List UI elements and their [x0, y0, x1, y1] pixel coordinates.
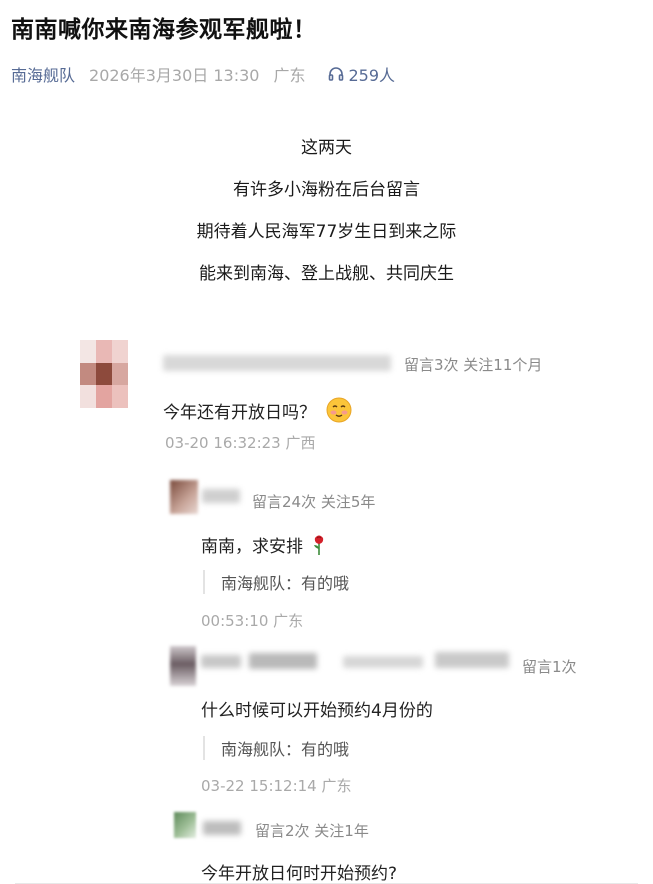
avatar[interactable]: [170, 646, 196, 686]
reply-timestamp: 03-22 15:12:14 广东: [201, 777, 352, 795]
nickname-redacted: [202, 489, 240, 503]
reply-text: 南南，求安排: [201, 532, 327, 561]
article-body: 这两天 有许多小海粉在后台留言 期待着人民海军77岁生日到来之际 能来到南海、登…: [0, 137, 653, 305]
nickname-redacted: [343, 656, 423, 668]
reply-timestamp: 00:53:10 广东: [201, 612, 304, 630]
nickname-redacted: [435, 652, 509, 668]
nickname-redacted: [201, 655, 241, 668]
article-meta: 南海舰队 2026年3月30日 13:30 广东 259人: [11, 62, 395, 86]
body-line: 这两天: [301, 138, 352, 158]
reply-stats: 留言2次 关注1年: [255, 822, 369, 840]
headphones-icon: [328, 67, 343, 81]
nickname-redacted: [249, 653, 317, 669]
publish-date: 2026年3月30日 13:30: [89, 66, 260, 85]
body-line: 有许多小海粉在后台留言: [233, 180, 420, 200]
listen-count: 259人: [348, 66, 396, 85]
avatar[interactable]: [170, 480, 198, 514]
avatar[interactable]: [80, 340, 128, 408]
reply-stats: 留言1次: [522, 658, 577, 676]
blush-face-icon: [325, 396, 353, 429]
account-name-link[interactable]: 南海舰队: [11, 62, 75, 86]
reply-text: 什么时候可以开始预约4月份的: [201, 701, 433, 721]
publish-location: 广东: [273, 66, 306, 85]
listen-button[interactable]: 259人: [328, 62, 396, 86]
reply-stats: 留言24次 关注5年: [252, 493, 376, 511]
nickname-redacted: [163, 355, 391, 371]
rose-icon: [311, 534, 327, 561]
reply-text: 今年开放日何时开始预约?: [201, 864, 398, 884]
official-reply: 南海舰队：有的哦: [203, 570, 349, 594]
body-line: 能来到南海、登上战舰、共同庆生: [199, 264, 454, 284]
article-title: 南南喊你来南海参观军舰啦！: [11, 17, 317, 43]
comment-text: 今年还有开放日吗？: [163, 396, 353, 429]
nickname-redacted: [203, 821, 241, 835]
comment-stats: 留言3次 关注11个月: [404, 356, 543, 374]
comment-timestamp: 03-20 16:32:23 广西: [165, 434, 316, 452]
avatar[interactable]: [174, 812, 196, 838]
body-line: 期待着人民海军77岁生日到来之际: [196, 222, 457, 242]
official-reply: 南海舰队：有的哦: [203, 736, 349, 760]
